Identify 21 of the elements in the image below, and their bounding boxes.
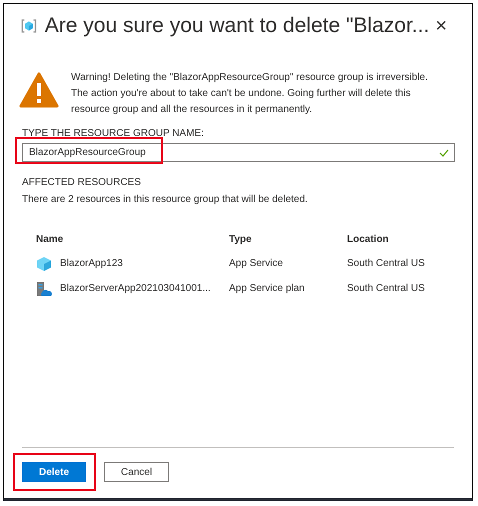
close-button[interactable]: × <box>429 14 453 38</box>
cancel-button[interactable]: Cancel <box>104 462 169 482</box>
warning-text: Warning! Deleting the "BlazorAppResourceGroup" resource group is irreversible. The action you're about to take can't be undone. Going further will delete this resource group and all the resources in it permanently. <box>71 71 429 117</box>
resource-group-name-field[interactable]: BlazorAppResourceGroup <box>22 143 455 162</box>
description-text: There are 2 resources in this resource group that will be deleted. <box>22 194 309 205</box>
resource-location: South Central US <box>347 258 425 269</box>
cube-icon <box>36 256 52 272</box>
warning-icon <box>19 72 59 108</box>
resource-type: App Service plan <box>229 283 306 294</box>
dialog-title: Are you sure you want to delete "Blazor... <box>44 14 430 38</box>
field-label: TYPE THE RESOURCE GROUP NAME: <box>22 128 205 139</box>
section-heading: AFFECTED RESOURCES <box>22 177 142 188</box>
server-cloud-icon <box>36 280 52 296</box>
resource-type: App Service <box>229 258 284 269</box>
resource-name: BlazorApp123 <box>60 258 123 269</box>
column-header: Location <box>347 234 389 244</box>
delete-button[interactable]: Delete <box>22 462 86 482</box>
resource-location: South Central US <box>347 283 425 294</box>
resource-name: BlazorServerApp202103041001... <box>60 283 211 294</box>
column-header: Type <box>229 234 253 244</box>
column-header: Name <box>36 234 64 244</box>
